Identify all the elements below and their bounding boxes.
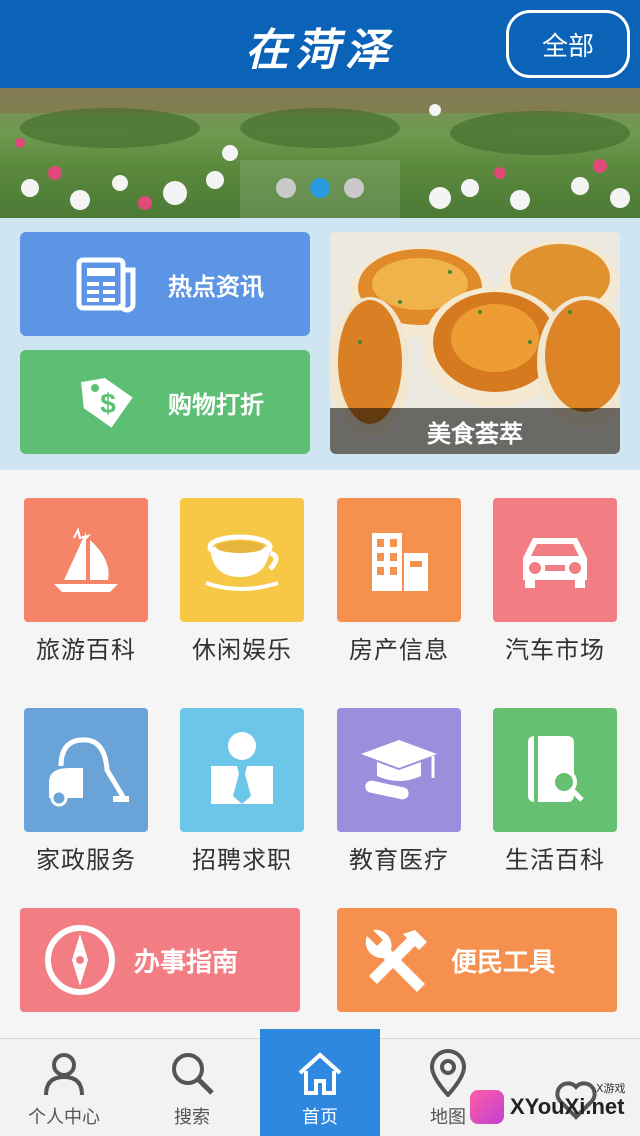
grid-label: 房产信息 [349, 636, 449, 664]
watermark-logo-icon [470, 1090, 504, 1124]
grid-label: 生活百科 [505, 846, 605, 874]
nav-label: 搜索 [174, 1107, 210, 1128]
grid-item-auto[interactable]: 汽车市场 [493, 498, 617, 665]
nav-label: 个人中心 [28, 1107, 100, 1128]
nav-home[interactable]: 首页 [260, 1029, 380, 1136]
app-header: 在菏泽 全部 [0, 0, 640, 88]
grid-label: 招聘求职 [192, 846, 292, 874]
search-icon [172, 1053, 214, 1095]
hot-news-button[interactable]: 热点资讯 [20, 232, 310, 336]
map-pin-icon [429, 1049, 467, 1097]
grid-item-travel[interactable]: 旅游百科 [24, 498, 148, 665]
office-guide-button[interactable]: 办事指南 [20, 908, 300, 1012]
price-tag-icon: $ [72, 367, 142, 437]
food-card[interactable]: 美食荟萃 [330, 232, 620, 454]
user-icon [44, 1053, 84, 1096]
carousel-indicator [240, 160, 400, 218]
grid-label: 汽车市场 [505, 636, 605, 664]
grid-item-life[interactable]: 生活百科 [493, 708, 617, 875]
convenience-tools-label: 便民工具 [451, 947, 556, 978]
wrench-screwdriver-icon [357, 920, 437, 1000]
svg-text:$: $ [100, 388, 116, 419]
watermark-small-text: X游戏 [596, 1082, 626, 1095]
grid-label: 旅游百科 [36, 636, 136, 664]
grid-item-leisure[interactable]: 休闲娱乐 [180, 498, 304, 665]
feature-area: 热点资讯 $ 购物打折 美食荟萃 [0, 218, 640, 470]
carousel-dot[interactable] [344, 178, 364, 198]
nav-search[interactable]: 搜索 [128, 1039, 256, 1136]
banner-carousel[interactable] [0, 88, 640, 218]
grid-label: 教育医疗 [349, 846, 449, 874]
category-grid: 旅游百科 休闲娱乐 房产信息 汽车市场 家政服务 招聘求职 教育医疗 生活百科 … [0, 478, 640, 1038]
newspaper-icon [72, 249, 142, 319]
coffee-cup-icon [180, 498, 304, 622]
grid-item-edu-med[interactable]: 教育医疗 [337, 708, 461, 875]
carousel-dot[interactable] [276, 178, 296, 198]
grid-item-jobs[interactable]: 招聘求职 [180, 708, 304, 875]
site-watermark: XYouXi.net X游戏 [470, 1078, 640, 1136]
all-button[interactable]: 全部 [506, 10, 630, 78]
nav-personal-center[interactable]: 个人中心 [0, 1039, 128, 1136]
home-icon [298, 1052, 342, 1095]
grid-label: 休闲娱乐 [192, 636, 292, 664]
grid-item-housing[interactable]: 房产信息 [337, 498, 461, 665]
nav-label: 地图 [430, 1107, 466, 1128]
compass-icon [40, 920, 120, 1000]
office-guide-label: 办事指南 [134, 947, 239, 978]
grid-item-housekeeping[interactable]: 家政服务 [24, 708, 148, 875]
vacuum-cleaner-icon [24, 708, 148, 832]
carousel-dot-active[interactable] [310, 178, 330, 198]
food-label: 美食荟萃 [330, 408, 620, 454]
shopping-discount-label: 购物打折 [168, 390, 264, 419]
graduation-cap-icon [337, 708, 461, 832]
convenience-tools-button[interactable]: 便民工具 [337, 908, 617, 1012]
nav-label: 首页 [302, 1107, 338, 1128]
hot-news-label: 热点资讯 [168, 272, 264, 301]
shopping-discount-button[interactable]: $ 购物打折 [20, 350, 310, 454]
building-icon [337, 498, 461, 622]
car-icon [493, 498, 617, 622]
watermark-text: XYouXi.net [510, 1094, 625, 1119]
sailboat-icon [24, 498, 148, 622]
grid-label: 家政服务 [36, 846, 136, 874]
person-tie-icon [180, 708, 304, 832]
book-search-icon [493, 708, 617, 832]
